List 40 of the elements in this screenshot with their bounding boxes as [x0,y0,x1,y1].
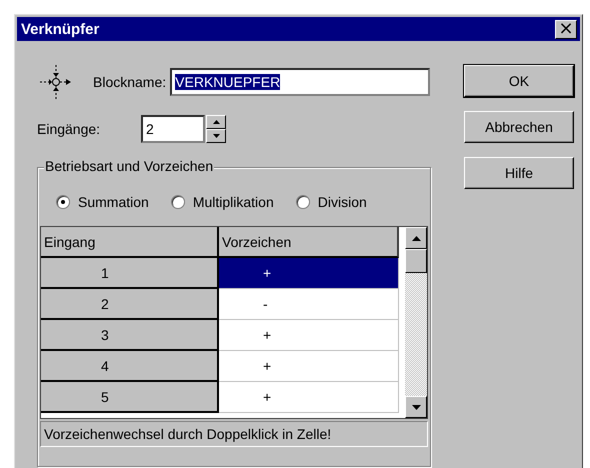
window-title: Verknüpfer [21,20,100,38]
radio-label[interactable]: Summation [78,194,149,210]
scrollbar[interactable] [405,227,427,418]
table-cell[interactable]: + [219,382,399,413]
blockname-field[interactable]: VERKNUEPFER [170,68,430,96]
close-button[interactable]: × [555,20,577,38]
dialog-button[interactable]: Abbrechen [464,111,574,143]
table-cell[interactable]: - [219,289,399,320]
row-header[interactable]: 4 [41,351,219,382]
scroll-thumb[interactable] [405,249,427,273]
row-header[interactable]: 2 [41,289,219,320]
blockname-label: Blockname: [93,74,166,90]
column-header[interactable]: Vorzeichen [219,227,399,258]
table-cell[interactable]: + [219,320,399,351]
row-header[interactable]: 1 [41,258,219,289]
up-arrow-icon [412,236,420,240]
table-cell[interactable]: + [219,351,399,382]
radio-label[interactable]: Division [318,194,367,210]
radio-label[interactable]: Multiplikation [192,194,274,210]
hint-text: Vorzeichenwechsel durch Doppelklick in Zelle! [40,421,428,447]
radio-button[interactable] [170,195,185,209]
spin-down-button[interactable] [206,129,226,143]
radio-button[interactable] [296,195,310,209]
column-header[interactable]: Eingang [41,227,219,258]
down-arrow-icon [212,134,220,138]
inputs-label: Eingänge: [37,121,102,137]
scroll-up-button[interactable] [405,227,427,249]
dialog-button[interactable]: Hilfe [464,157,574,189]
scroll-down-button[interactable] [405,396,427,418]
up-arrow-icon [212,120,220,124]
connector-icon [40,65,72,99]
table-cell[interactable]: + [219,258,399,289]
dialog-button[interactable]: OK [464,65,574,97]
row-header[interactable]: 3 [41,320,219,351]
row-header[interactable]: 5 [41,382,219,413]
spin-up-button[interactable] [206,115,226,129]
radio-button[interactable] [56,195,70,209]
down-arrow-icon [412,404,420,410]
inputs-field[interactable]: 2 [141,115,205,143]
group-title: Betriebsart und Vorzeichen [44,158,214,174]
